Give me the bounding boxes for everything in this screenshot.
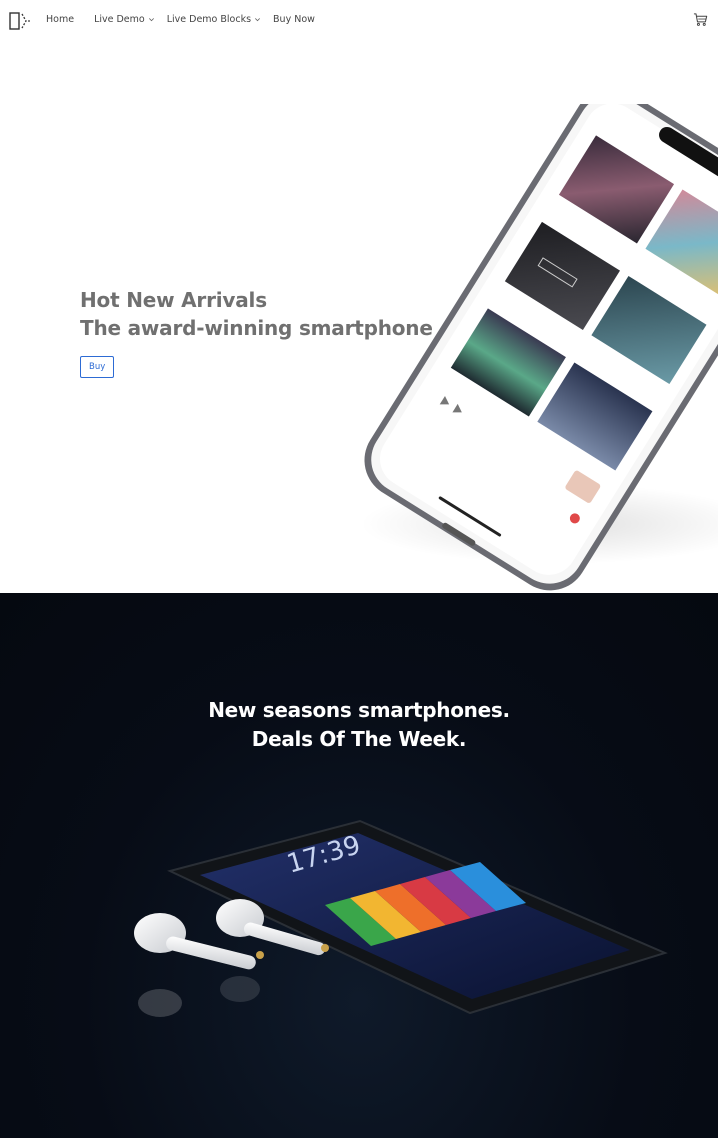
hero-text-block: Hot New Arrivals The award-winning smart… — [80, 286, 433, 378]
chevron-down-icon — [255, 18, 260, 22]
hero-headline: Hot New Arrivals — [80, 288, 267, 312]
device-logo-icon[interactable] — [9, 12, 31, 30]
cart-icon[interactable] — [693, 12, 708, 27]
nav-live-demo-label: Live Demo — [94, 14, 145, 25]
nav-live-demo[interactable]: Live Demo — [94, 14, 155, 25]
hero-subheadline: The award-winning smartphone — [80, 316, 433, 340]
deals-heading-line2: Deals Of The Week. — [251, 727, 467, 751]
deals-heading-line1: New seasons smartphones. — [208, 698, 510, 722]
nav-buy-now-label: Buy Now — [273, 14, 315, 25]
chevron-down-icon — [148, 18, 154, 22]
buy-button[interactable]: Buy — [80, 356, 115, 378]
nav-live-demo-blocks-label: Live Demo Blocks — [166, 14, 252, 25]
deals-section: New seasons smartphones. Deals Of The We… — [0, 593, 718, 1138]
main-nav: Home Live Demo Live Demo Blocks Buy Now — [46, 14, 335, 25]
smartphone-and-earbuds-image: 17:39 — [134, 819, 668, 1017]
nav-home[interactable]: Home — [46, 14, 74, 25]
site-header: Home Live Demo Live Demo Blocks Buy Now — [0, 0, 718, 44]
hero-section: Hot New Arrivals The award-winning smart… — [0, 44, 718, 593]
nav-live-demo-blocks[interactable]: Live Demo Blocks — [167, 14, 261, 25]
deals-heading: New seasons smartphones. Deals Of The We… — [0, 696, 718, 754]
nav-home-label: Home — [46, 14, 75, 25]
nav-buy-now[interactable]: Buy Now — [273, 14, 315, 25]
